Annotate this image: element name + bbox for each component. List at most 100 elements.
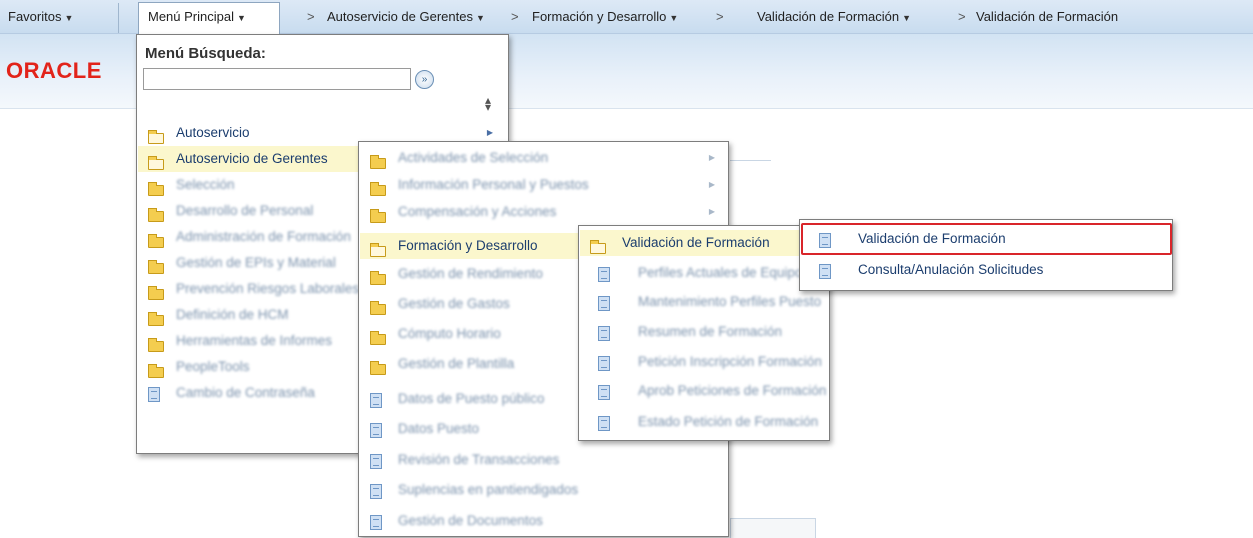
document-icon <box>598 416 610 435</box>
submenu-item-aprob-peticiones[interactable]: Aprob Peticiones de Formación <box>580 378 828 404</box>
menu-item-label: Gestión de Gastos <box>398 296 510 311</box>
breadcrumb-label: Validación de Formación <box>757 9 900 24</box>
submenu-item-gestion-plantilla[interactable]: Gestión de Plantilla <box>360 351 578 377</box>
menu-item-label: Aprob Peticiones de Formación <box>638 383 827 398</box>
folder-icon <box>370 268 386 287</box>
folder-icon <box>370 358 386 377</box>
menu-item-label: Gestión de Documentos <box>398 513 543 528</box>
breadcrumb-label: Formación y Desarrollo <box>532 9 667 24</box>
top-navigation-bar: Favoritos ▼ Menú Principal ▼ > Autoservici… <box>0 0 1253 34</box>
breadcrumb-autoservicio-gerentes[interactable]: Autoservicio de Gerentes ▼ <box>327 9 485 24</box>
menu-item-definicion-hcm[interactable]: Definición de HCM <box>138 302 359 328</box>
menu-item-label: Administración de Formación <box>176 229 351 244</box>
submenu-item-gestion-documentos[interactable]: Gestión de Documentos <box>360 508 729 534</box>
menu-item-seleccion[interactable]: Selección <box>138 172 359 198</box>
document-icon <box>598 356 610 375</box>
submenu-item-informacion-personal[interactable]: Información Personal y Puestos ▶ <box>360 172 729 198</box>
menu-search-input[interactable] <box>143 68 411 90</box>
submenu-item-validacion-formacion-folder[interactable]: Validación de Formación <box>580 230 800 256</box>
submenu-item-computo-horario[interactable]: Cómputo Horario <box>360 321 578 347</box>
submenu-item-consulta-anulacion[interactable]: Consulta/Anulación Solicitudes <box>801 257 1171 283</box>
menu-item-peopletools[interactable]: PeopleTools <box>138 354 359 380</box>
folder-icon <box>370 240 386 259</box>
submenu-item-actividades-seleccion[interactable]: Actividades de Selección ▶ <box>360 145 729 171</box>
menu-item-autoservicio-gerentes[interactable]: Autoservicio de Gerentes <box>138 146 359 172</box>
menu-item-label: Mantenimiento Perfiles Puesto <box>638 294 822 309</box>
chevron-right-icon: ▶ <box>708 180 715 189</box>
menu-item-label: Selección <box>176 177 235 192</box>
menu-item-label: Perfiles Actuales de Equipo <box>638 265 803 280</box>
chevron-right-icon: ▶ <box>708 153 715 162</box>
menu-item-label: Resumen de Formación <box>638 324 783 339</box>
breadcrumb-current[interactable]: Validación de Formación <box>976 9 1118 24</box>
menu-item-gestion-epis[interactable]: Gestión de EPIs y Material <box>138 250 359 276</box>
folder-icon <box>370 206 386 225</box>
menu-item-label: Gestión de Rendimiento <box>398 266 543 281</box>
menu-item-label: Gestión de Plantilla <box>398 356 515 371</box>
menu-item-prevencion-riesgos[interactable]: Prevención Riesgos Laborales <box>138 276 359 302</box>
menu-item-label: PeopleTools <box>176 359 250 374</box>
main-menu-button[interactable]: Menú Principal ▼ <box>148 9 246 24</box>
menu-item-label: Herramientas de Informes <box>176 333 333 348</box>
menu-item-label: Cómputo Horario <box>398 326 501 341</box>
sort-icon[interactable]: ▴ ▾ <box>485 94 491 113</box>
menu-item-label: Compensación y Acciones <box>398 204 557 219</box>
favorites-menu[interactable]: Favoritos ▼ <box>8 9 73 24</box>
document-icon <box>598 385 610 404</box>
document-icon <box>598 267 610 286</box>
submenu-item-mantenimiento-perfiles[interactable]: Mantenimiento Perfiles Puesto <box>580 289 828 315</box>
folder-icon <box>148 153 164 172</box>
breadcrumb-separator: > <box>958 9 966 24</box>
submenu-item-revision-transacciones[interactable]: Revisión de Transacciones <box>360 447 729 473</box>
menu-item-cambio-contrasena[interactable]: Cambio de Contraseña <box>138 380 359 406</box>
folder-icon <box>370 179 386 198</box>
submenu-item-datos-puesto-publico[interactable]: Datos de Puesto público <box>360 386 578 412</box>
menu-item-label: Petición Inscripción Formación <box>638 354 822 369</box>
menu-item-label: Cambio de Contraseña <box>176 385 315 400</box>
folder-icon <box>148 179 164 198</box>
breadcrumb-separator: > <box>511 9 519 24</box>
menu-item-administracion-formacion[interactable]: Administración de Formación <box>138 224 359 250</box>
menu-item-label: Actividades de Selección <box>398 150 549 165</box>
folder-icon <box>590 237 606 256</box>
folder-icon <box>148 257 164 276</box>
document-icon <box>370 423 382 442</box>
menu-item-label: Formación y Desarrollo <box>398 238 538 253</box>
menu-item-desarrollo-personal[interactable]: Desarrollo de Personal <box>138 198 359 224</box>
arrow-go-icon[interactable]: » <box>415 70 434 89</box>
menu-item-label: Datos Puesto <box>398 421 480 436</box>
breadcrumb-formacion-desarrollo[interactable]: Formación y Desarrollo ▼ <box>532 9 678 24</box>
submenu-item-peticion-inscripcion[interactable]: Petición Inscripción Formación <box>580 349 828 375</box>
submenu-item-gestion-gastos[interactable]: Gestión de Gastos <box>360 291 578 317</box>
background-panel <box>730 518 816 538</box>
submenu-item-suplencias[interactable]: Suplencias en pantiendigados <box>360 477 729 503</box>
folder-icon <box>148 335 164 354</box>
document-icon <box>370 515 382 534</box>
menu-item-label: Suplencias en pantiendigados <box>398 482 579 497</box>
breadcrumb-separator: > <box>716 9 724 24</box>
menu-item-label: Datos de Puesto público <box>398 391 545 406</box>
submenu-item-perfiles-actuales[interactable]: Perfiles Actuales de Equipo <box>580 260 828 286</box>
menu-item-label: Prevención Riesgos Laborales <box>176 281 359 296</box>
folder-icon <box>370 328 386 347</box>
folder-icon <box>148 283 164 302</box>
document-icon <box>370 454 382 473</box>
folder-icon <box>148 205 164 224</box>
submenu-item-compensacion[interactable]: Compensación y Acciones ▶ <box>360 199 729 225</box>
menu-item-label: Validación de Formación <box>622 235 770 250</box>
folder-icon <box>148 309 164 328</box>
submenu-item-resumen-formacion[interactable]: Resumen de Formación <box>580 319 828 345</box>
folder-icon <box>148 231 164 250</box>
menu-item-herramientas-informes[interactable]: Herramientas de Informes <box>138 328 359 354</box>
menu-item-label: Estado Petición de Formación <box>638 414 819 429</box>
submenu-item-estado-peticion[interactable]: Estado Petición de Formación <box>580 409 828 435</box>
menu-item-label: Autoservicio <box>176 125 250 140</box>
chevron-down-icon: ▼ <box>902 13 912 23</box>
menu-search-title: Menú Búsqueda: <box>145 45 266 62</box>
document-icon <box>598 296 610 315</box>
breadcrumb-validacion-formacion[interactable]: Validación de Formación ▼ <box>757 9 911 24</box>
menu-item-label: Información Personal y Puestos <box>398 177 589 192</box>
submenu-item-formacion-desarrollo[interactable]: Formación y Desarrollo <box>360 233 578 259</box>
submenu-item-gestion-rendimiento[interactable]: Gestión de Rendimiento <box>360 261 578 287</box>
document-icon <box>598 326 610 345</box>
